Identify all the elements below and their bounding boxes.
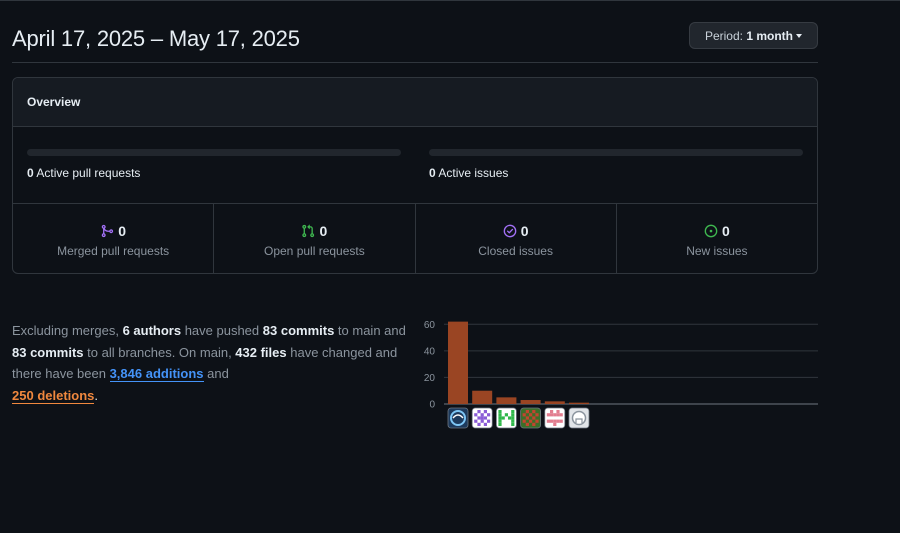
authors-count: 6 authors [122, 323, 182, 338]
contribution-summary: Excluding merges, 6 authors have pushed … [12, 320, 417, 406]
y-tick-label: 60 [424, 320, 436, 331]
commits-to-main: 83 commits [262, 323, 335, 338]
issue-closed-icon [503, 224, 517, 238]
active-issues-label: 0 Active issues [429, 166, 803, 180]
pulse-header: April 17, 2025 – May 17, 2025 Period: 1 … [12, 22, 818, 63]
stat-new-issues[interactable]: 0 New issues [617, 204, 817, 273]
commit-bar[interactable] [544, 401, 565, 404]
active-pull-requests-text: Active pull requests [33, 166, 141, 180]
stat-merged-pull-requests[interactable]: 0 Merged pull requests [13, 204, 215, 273]
commits-by-author-chart: 0 20 40 60 [424, 320, 818, 429]
closed-issues-count: 0 [520, 223, 529, 239]
deletions-word: deletions [33, 387, 95, 403]
active-pull-requests-label: 0 Active pull requests [27, 166, 401, 180]
open-pull-requests-count: 0 [319, 223, 328, 239]
issue-opened-icon [704, 224, 718, 238]
commit-bar[interactable] [520, 400, 541, 404]
y-tick-label: 0 [429, 400, 435, 411]
deletions-link[interactable]: 250 deletions [12, 387, 95, 404]
summary-text-6: and [203, 366, 229, 381]
additions-word: additions [142, 366, 204, 381]
deletions-count: 250 [12, 387, 34, 403]
period-value: 1 month [746, 29, 793, 43]
author-avatar[interactable] [568, 407, 590, 429]
caret-down-icon [796, 33, 802, 38]
commit-bar[interactable] [448, 321, 468, 404]
additions-link[interactable]: 3,846 additions [109, 366, 204, 382]
summary-text-7: . [94, 387, 99, 403]
author-avatar[interactable] [520, 407, 541, 429]
overview-panel: Overview 0 Active pull requests 0 Active… [12, 77, 818, 274]
summary-text-1: Excluding merges, [12, 323, 123, 338]
commits-to-all-branches: 83 commits [12, 344, 84, 360]
files-changed: 432 files [235, 344, 287, 360]
overview-active-section: 0 Active pull requests 0 Active issues [13, 127, 817, 204]
commit-bar[interactable] [569, 402, 589, 404]
overview-stats: 0 Merged pull requests 0 Open pull reque… [13, 204, 817, 273]
y-tick-label: 40 [424, 346, 436, 357]
author-avatar[interactable] [471, 407, 493, 429]
author-avatar[interactable] [544, 407, 566, 429]
stat-closed-issues[interactable]: 0 Closed issues [416, 204, 617, 273]
closed-issues-label: Closed issues [478, 244, 553, 258]
author-avatar[interactable] [496, 407, 517, 429]
period-prefix: Period: [704, 29, 747, 43]
active-pull-requests-progress-bar [27, 149, 401, 156]
commit-bar[interactable] [472, 390, 493, 404]
top-border [0, 0, 900, 1]
page-title: April 17, 2025 – May 17, 2025 [12, 26, 300, 51]
active-issues-count: 0 [429, 166, 436, 180]
period-dropdown-button[interactable]: Period: 1 month [688, 22, 818, 49]
merged-pull-requests-label: Merged pull requests [57, 244, 170, 258]
active-issues[interactable]: 0 Active issues [429, 149, 803, 180]
merge-icon [101, 224, 114, 238]
active-issues-progress-bar [429, 149, 803, 156]
new-issues-count: 0 [721, 223, 730, 239]
new-issues-label: New issues [686, 244, 748, 258]
author-avatar[interactable] [447, 407, 469, 429]
active-issues-text: Active issues [435, 166, 509, 180]
active-pull-requests-count: 0 [27, 166, 34, 180]
merged-pull-requests-count: 0 [118, 223, 127, 239]
active-pull-requests[interactable]: 0 Active pull requests [27, 149, 401, 180]
stat-open-pull-requests[interactable]: 0 Open pull requests [214, 204, 416, 273]
y-tick-label: 20 [424, 373, 436, 384]
summary-text-3: to main and [334, 323, 406, 338]
summary-text-4: to all branches. On main, [83, 344, 236, 360]
commit-bar[interactable] [496, 397, 517, 404]
open-pull-requests-label: Open pull requests [264, 244, 365, 258]
pull-request-icon [302, 224, 315, 238]
additions-count: 3,846 [109, 366, 143, 381]
summary-text-2: have pushed [181, 323, 263, 338]
overview-title: Overview [13, 78, 817, 127]
